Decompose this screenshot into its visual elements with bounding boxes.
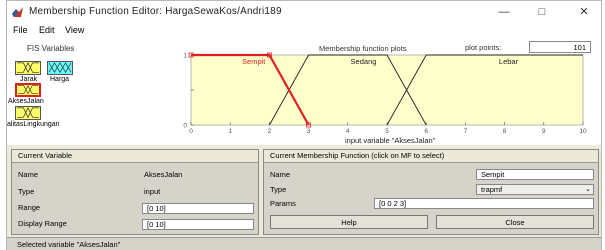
variable-label-aksesjalan: AksesJalan [8,98,44,105]
input-variable-kualitaslingkungan[interactable] [15,106,41,120]
mf-label-sedang: Sedang [351,57,377,66]
range-input[interactable]: [0 10] [142,203,254,214]
current-variable-panel: Current Variable Name AksesJalan Type in… [11,149,259,235]
help-button[interactable]: Help [270,215,428,229]
title-bar: Membership Function Editor: HargaSewaKos… [7,1,601,23]
mf-label-sempit: Sempit [242,57,266,66]
x-tick-label: 8 [503,128,507,135]
range-label: Range [18,203,41,212]
input-variable-harga[interactable] [47,61,73,75]
variable-label-kualitaslingkungan: alitasLingkungan [7,121,60,128]
input-variable-jarak[interactable] [15,61,41,75]
mf-type-dropdown[interactable]: trapmf ⌄ [476,184,594,195]
close-button[interactable]: Close [436,215,594,229]
mf-label-lebar: Lebar [499,57,519,66]
params-label: Params [270,199,296,208]
x-tick-label: 2 [268,128,272,135]
mf-type-label: Type [270,185,287,194]
current-mf-header: Current Membership Function (click on MF… [264,150,598,163]
x-tick-label: 7 [464,128,468,135]
membership-function-plot[interactable]: 00.51012345678910SempitSedangLebar [183,39,601,145]
x-tick-label: 6 [424,128,428,135]
variable-name-value: AksesJalan [144,170,183,179]
variable-label-harga: Harga [50,76,70,83]
x-tick-label: 5 [385,128,389,135]
current-variable-header: Current Variable [12,150,258,163]
y-tick-label: 0 [183,123,187,130]
x-tick-label: 0 [189,128,193,135]
x-tick-label: 10 [579,128,587,135]
fis-variables-panel: FIS Variables Jarak Harga AksesJalan ali… [7,39,183,145]
mf-editor-window: Membership Function Editor: HargaSewaKos… [6,0,602,250]
y-tick-label: 1 [183,53,187,60]
variable-type-value: input [144,187,161,196]
current-mf-panel: Current Membership Function (click on MF… [263,149,599,235]
x-tick-label: 3 [307,128,311,135]
matlab-app-icon [12,7,23,17]
variable-label-jarak: Jarak [20,76,38,83]
maximize-button[interactable]: □ [531,3,553,21]
x-tick-label: 9 [542,128,546,135]
mf-name-input[interactable]: Sempit [476,169,594,180]
status-bar: Selected variable "AksesJalan" [7,237,601,250]
input-variable-aksesjalan-selected[interactable] [15,83,41,97]
menu-file[interactable]: File [13,25,28,35]
mf-name-label: Name [270,170,291,179]
window-title: Membership Function Editor: HargaSewaKos… [29,6,282,17]
variable-name-label: Name [18,170,39,179]
menu-bar: File Edit View [7,23,601,39]
menu-edit[interactable]: Edit [39,25,55,35]
x-axis-title: input variable "AksesJalan" [345,136,436,145]
display-range-label: Display Range [18,219,67,228]
params-input[interactable]: [0 0 2 3] [374,198,594,209]
close-window-button[interactable]: ✕ [573,3,595,21]
mf-type-value: trapmf [481,185,503,194]
menu-view[interactable]: View [65,25,84,35]
variable-type-label: Type [18,187,35,196]
x-tick-label: 1 [228,128,232,135]
membership-plot-area: Membership function plots plot points: 1… [183,39,601,145]
minimize-button[interactable]: — [493,3,515,21]
display-range-input[interactable]: [0 10] [142,219,254,230]
chevron-down-icon: ⌄ [585,186,591,193]
fis-variables-title: FIS Variables [27,44,75,53]
x-tick-label: 4 [346,128,350,135]
